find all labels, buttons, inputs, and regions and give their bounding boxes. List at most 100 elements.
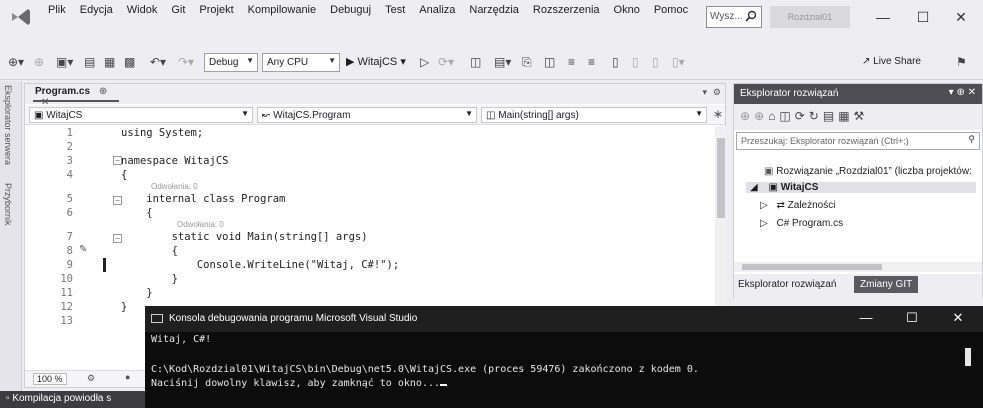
- settings-gear-icon[interactable]: ⚙: [713, 87, 721, 98]
- performance-icon[interactable]: ◫: [544, 55, 555, 69]
- comment-icon[interactable]: ≡: [568, 55, 575, 69]
- layout-icon[interactable]: ▤▾: [494, 55, 511, 69]
- console-minimize-button[interactable]: —: [851, 310, 881, 325]
- hot-reload-icon[interactable]: ⟳▾: [438, 55, 454, 69]
- save-icon[interactable]: ▦: [104, 55, 115, 69]
- horizontal-scrollbar[interactable]: [734, 262, 982, 272]
- uncomment-icon[interactable]: ≡: [588, 55, 595, 69]
- member-dropdown[interactable]: ◫ Main(string[] args) ▼: [481, 107, 707, 123]
- play-icon: ▶: [346, 56, 355, 68]
- menu-item-git[interactable]: Git: [171, 3, 185, 17]
- minimize-button[interactable]: —: [868, 6, 898, 28]
- code-text: using System;: [121, 127, 204, 139]
- pin-close-icon[interactable]: ▾ ⊕ ✕: [949, 87, 976, 98]
- project-dropdown[interactable]: ▣ WitajCS ▼: [29, 107, 253, 123]
- start-without-debugging-icon[interactable]: ▷: [420, 55, 429, 69]
- menu-item-pomoc[interactable]: Pomoc: [654, 3, 688, 17]
- console-scrollbar-thumb[interactable]: [965, 348, 971, 366]
- tab-solution-explorer[interactable]: Eksplorator rozwiązań: [738, 279, 836, 290]
- redo-icon[interactable]: ↷▾: [178, 55, 194, 69]
- menu-item-debuguj[interactable]: Debuguj: [330, 3, 371, 17]
- menu-item-widok[interactable]: Widok: [127, 3, 158, 17]
- bookmark-icon[interactable]: ▯: [612, 55, 619, 69]
- solution-search-input[interactable]: Przeszukaj: Eksplorator rozwiązań (Ctrl+…: [736, 132, 980, 150]
- clear-bookmarks-icon[interactable]: ▯▾: [672, 55, 685, 69]
- tab-git-changes[interactable]: Zmiany GIT: [854, 276, 919, 293]
- save-all-icon[interactable]: ▩: [124, 55, 135, 69]
- references-codelens[interactable]: Odwołania: 0: [177, 220, 224, 229]
- references-codelens[interactable]: Odwołania: 0: [151, 182, 198, 191]
- console-maximize-button[interactable]: ☐: [897, 310, 927, 326]
- code-text: {: [121, 207, 153, 219]
- search-input[interactable]: Wysz...: [706, 6, 762, 28]
- tab-dropdown-icon[interactable]: ▾: [702, 87, 707, 98]
- menu-item-kompilowanie[interactable]: Kompilowanie: [248, 3, 316, 17]
- tab-program-cs[interactable]: Program.cs ⊕ ✕: [33, 86, 119, 108]
- platform-select[interactable]: Any CPU ▼: [262, 53, 340, 72]
- scrollbar-thumb[interactable]: [742, 264, 882, 270]
- pin-icon[interactable]: ⊕: [99, 86, 107, 97]
- menu-item-okno[interactable]: Okno: [614, 3, 640, 17]
- show-all-files-icon[interactable]: ▦: [838, 109, 853, 123]
- next-bookmark-icon[interactable]: ▯: [652, 55, 659, 69]
- navigation-bar: ▣ WitajCS ▼ ↜ WitajCS.Program ▼ ◫ Main(s…: [25, 105, 725, 125]
- tree-node-solution[interactable]: ▣ Rozwiązanie „Rozdzial01” (liczba proje…: [764, 166, 972, 177]
- menu-item-edycja[interactable]: Edycja: [80, 3, 113, 17]
- expanded-arrow-icon[interactable]: ◢: [750, 182, 758, 193]
- menu-bar: Plik Edycja Widok Git Projekt Kompilowan…: [0, 0, 983, 46]
- forward-icon[interactable]: ⊕: [754, 109, 768, 123]
- properties-wrench-icon[interactable]: ⚒: [854, 109, 869, 123]
- chevron-down-icon: ▼: [241, 109, 249, 118]
- back-icon[interactable]: ⊕: [740, 109, 754, 123]
- live-share-label: Live Share: [873, 56, 921, 67]
- code-text: internal class Program: [121, 193, 286, 205]
- history-icon[interactable]: ⟳: [795, 109, 809, 123]
- node-label: Rozwiązanie „Rozdzial01” (liczba projekt…: [776, 166, 972, 177]
- switch-views-icon[interactable]: ◫: [779, 109, 794, 123]
- browser-link-icon[interactable]: ◫: [470, 55, 481, 69]
- menu-item-projekt[interactable]: Projekt: [199, 3, 233, 17]
- start-debugging-button[interactable]: ▶ WitajCS ▾: [346, 55, 406, 68]
- new-project-icon[interactable]: ▣▾: [56, 55, 73, 69]
- console-close-button[interactable]: ✕: [943, 310, 973, 326]
- menu-item-test[interactable]: Test: [385, 3, 405, 17]
- tree-node-program-cs[interactable]: ▷ C# Program.cs: [760, 218, 843, 229]
- menu-item-plik[interactable]: Plik: [48, 3, 66, 17]
- menu-item-analiza[interactable]: Analiza: [419, 3, 455, 17]
- code-line: 3 namespace WitajCS: [25, 154, 715, 168]
- open-file-icon[interactable]: ▤: [84, 55, 95, 69]
- collapse-all-icon[interactable]: ▤: [823, 109, 838, 123]
- menu-item-rozszerzenia[interactable]: Rozszerzenia: [533, 3, 600, 17]
- tree-node-project[interactable]: ◢ ▣ WitajCS: [746, 182, 976, 193]
- refresh-icon[interactable]: ↻: [809, 109, 823, 123]
- code-line: 7 static void Main(string[] args): [25, 230, 715, 244]
- search-icon: ⚲: [968, 134, 975, 144]
- solution-name-badge[interactable]: Rozdzial01: [770, 6, 850, 28]
- toolbox-tab[interactable]: Przybornik: [3, 183, 13, 226]
- home-icon[interactable]: ⌂: [768, 109, 779, 123]
- collapsed-arrow-icon[interactable]: ▷: [760, 218, 768, 229]
- live-share-button[interactable]: ↗ Live Share: [862, 56, 921, 67]
- split-icon[interactable]: ∗: [713, 107, 723, 121]
- server-explorer-tab[interactable]: Eksplorator serwera: [3, 85, 13, 165]
- configuration-select[interactable]: Debug ▼: [204, 53, 258, 72]
- zoom-select[interactable]: 100 %: [33, 373, 67, 385]
- tree-node-dependencies[interactable]: ▷ ⇄ Zależności: [760, 200, 835, 211]
- issues-icon[interactable]: ⚙: [87, 373, 95, 384]
- undo-icon[interactable]: ↶▾: [150, 55, 166, 69]
- line-number: 2: [66, 141, 73, 153]
- feedback-icon[interactable]: ⚑: [956, 55, 967, 69]
- class-dropdown[interactable]: ↜ WitajCS.Program ▼: [257, 107, 477, 123]
- forward-icon[interactable]: ⊕: [34, 55, 44, 69]
- chevron-down-icon: ▼: [695, 109, 703, 118]
- node-label: Zależności: [787, 200, 836, 211]
- scrollbar-thumb[interactable]: [717, 138, 725, 218]
- collapsed-arrow-icon[interactable]: ▷: [760, 200, 768, 211]
- step-icon[interactable]: ⎘: [522, 55, 532, 70]
- menu-item-narzedzia[interactable]: Narzędzia: [469, 3, 519, 17]
- maximize-button[interactable]: ☐: [908, 6, 938, 28]
- back-icon[interactable]: ⊕▾: [8, 55, 24, 69]
- prev-bookmark-icon[interactable]: ▯: [632, 55, 639, 69]
- chevron-down-icon: ▼: [465, 109, 473, 118]
- close-button[interactable]: ✕: [946, 6, 976, 28]
